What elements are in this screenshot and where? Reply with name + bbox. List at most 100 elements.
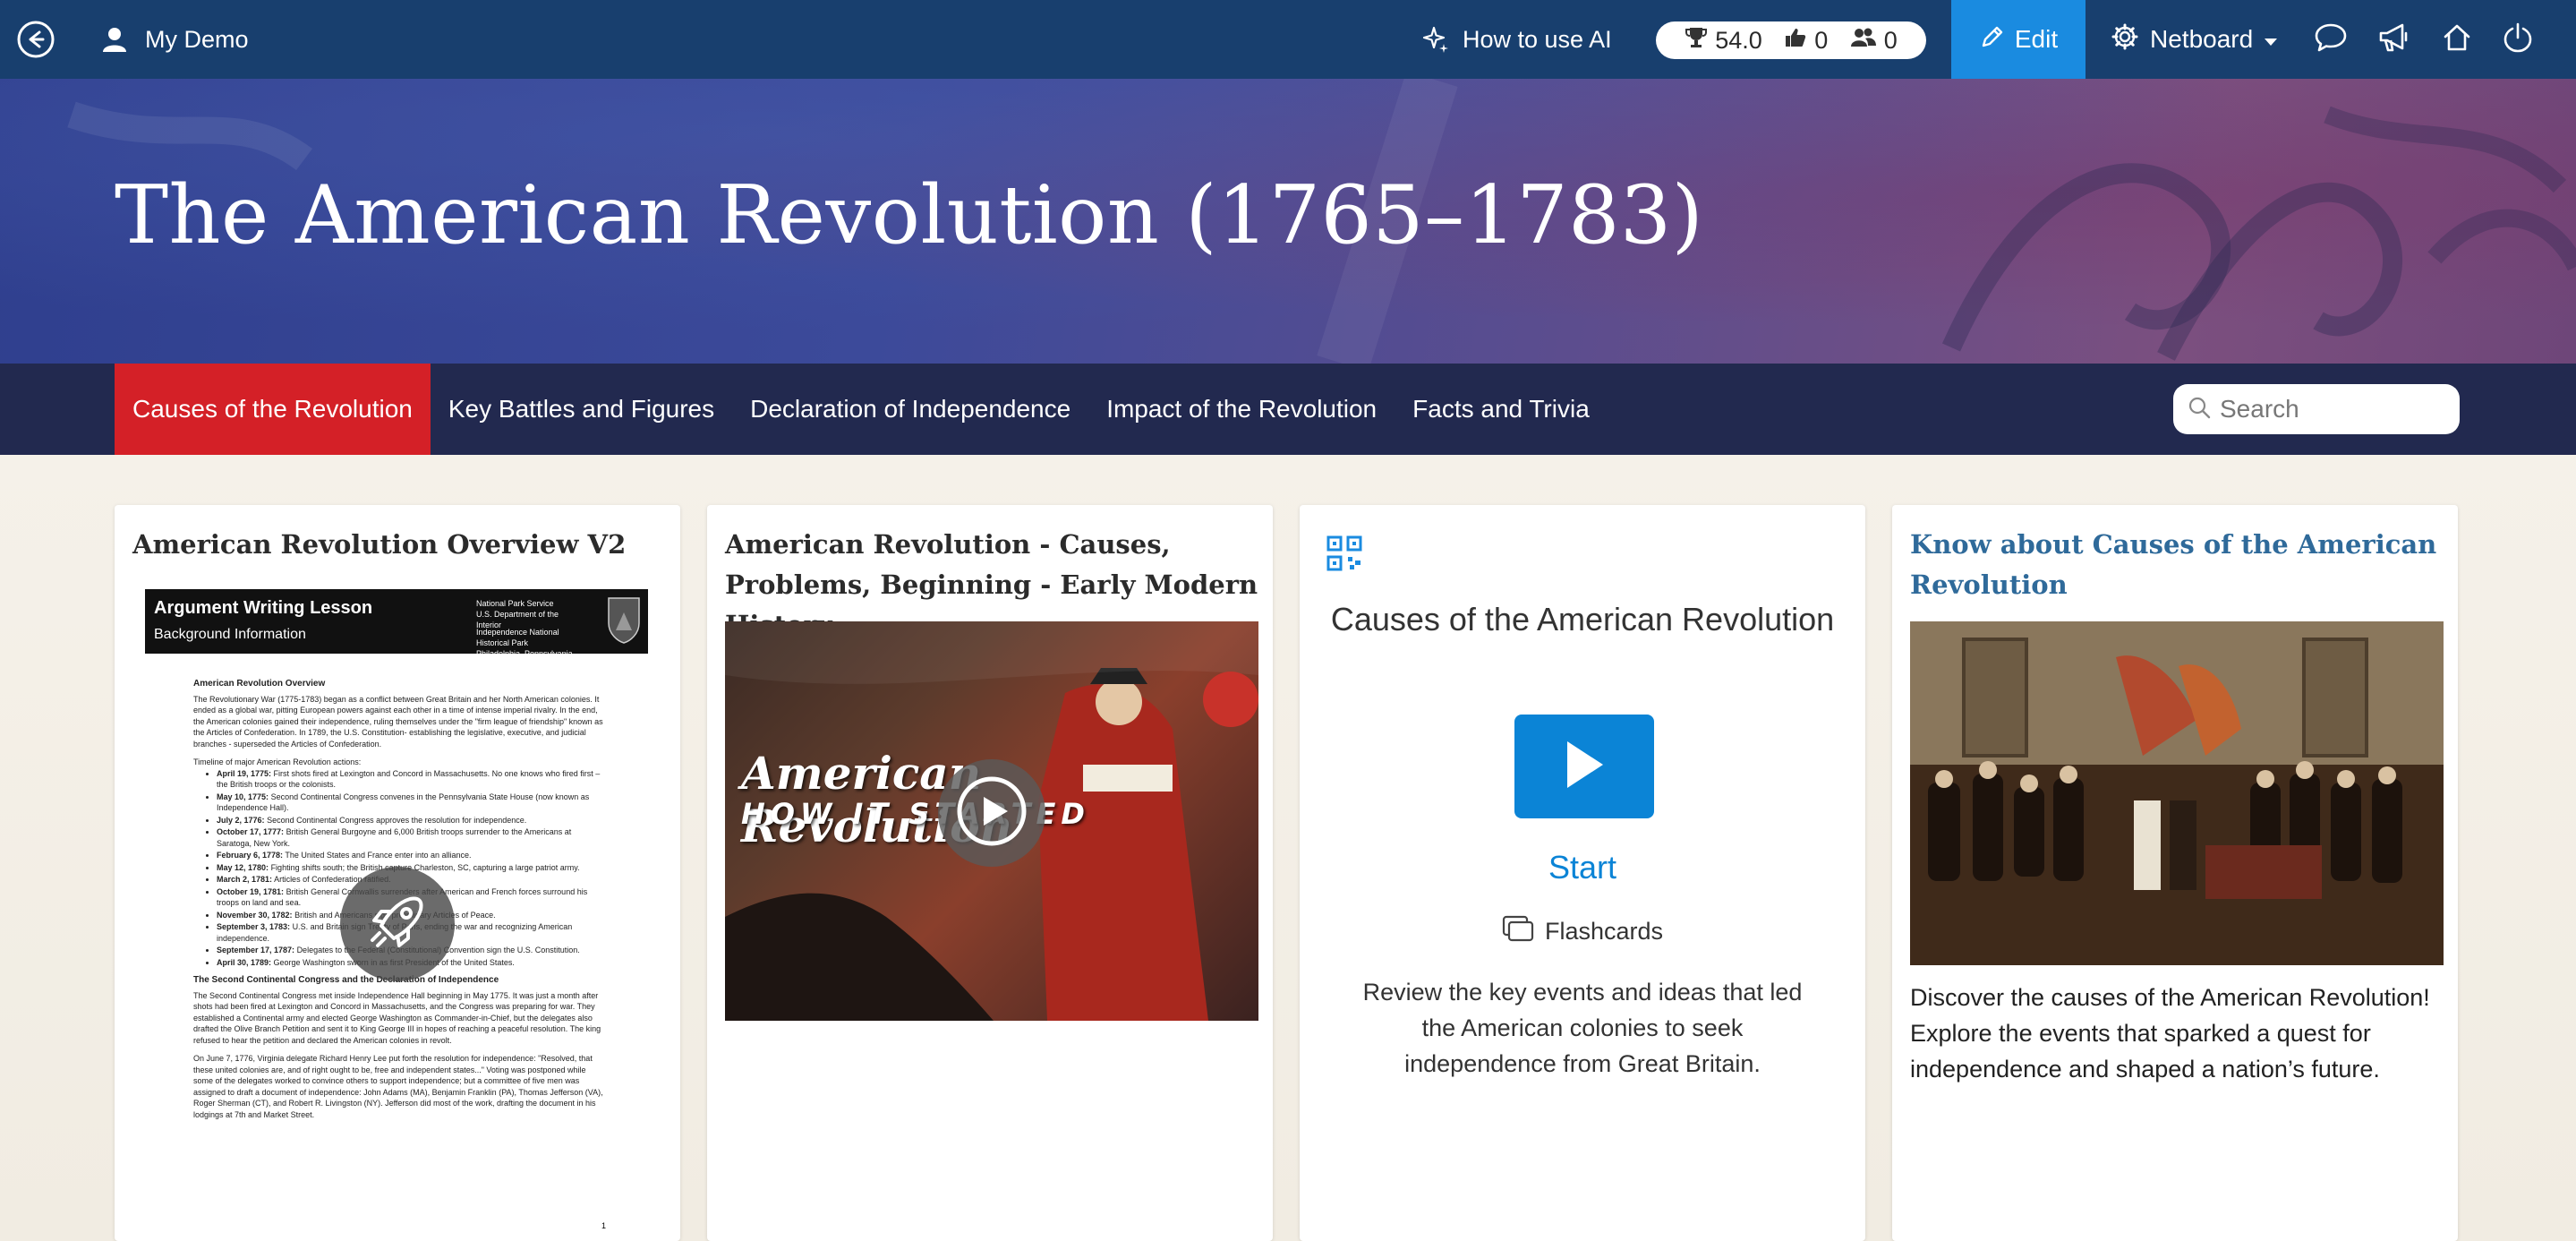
page-title: The American Revolution (1765–1783) [115, 168, 1704, 262]
timeline-text: Fighting shifts south; the British captu… [270, 862, 580, 872]
flashcard-description: Review the key events and ideas that led… [1362, 979, 1803, 1077]
how-to-use-ai-link[interactable]: How to use AI [1421, 20, 1612, 59]
flashcards-type: Flashcards [1300, 915, 1865, 948]
doc-timeline-label: Timeline of major American Revolution ac… [193, 757, 362, 766]
users-icon [1850, 26, 1877, 56]
tab-causes-of-the-revolution[interactable]: Causes of the Revolution [115, 364, 431, 455]
doc-section-heading: American Revolution Overview [193, 679, 326, 689]
pencil-icon [1979, 23, 2006, 56]
timeline-date: April 30, 1789: [217, 957, 272, 967]
hero-banner: The American Revolution (1765–1783) [0, 79, 2576, 364]
channel-logo [1203, 672, 1258, 727]
doc-park: Independence National Historical Park Ph… [476, 627, 584, 659]
stats-pill: 54.0 0 0 [1656, 21, 1926, 59]
tab-facts-and-trivia[interactable]: Facts and Trivia [1395, 364, 1608, 455]
timeline-date: February 6, 1778: [217, 851, 284, 860]
nav-tabs: Causes of the Revolution Key Battles and… [115, 364, 1608, 455]
card-title: American Revolution Overview V2 [132, 529, 627, 560]
timeline-text: First shots fired at Lexington and Conco… [217, 768, 601, 790]
top-bar: My Demo How to use AI 54.0 0 0 Edit Netb… [0, 0, 2576, 79]
timeline-date: October 17, 1777: [217, 827, 285, 836]
sparkle-icon [1421, 25, 1450, 54]
doc-header-title: Argument Writing Lesson [154, 598, 373, 618]
start-link[interactable]: Start [1300, 849, 1865, 886]
flashcard-title: Causes of the American Revolution [1330, 601, 1835, 638]
home-icon[interactable] [2441, 21, 2473, 58]
members-stat[interactable]: 0 [1850, 26, 1898, 56]
timeline-date: September 3, 1783: [217, 922, 291, 931]
how-to-use-ai-label: How to use AI [1463, 25, 1612, 53]
flashcard-play-button[interactable] [1514, 715, 1654, 818]
doc-agency-line: Independence National Historical Park [476, 628, 559, 647]
score-stat: 54.0 [1685, 26, 1762, 56]
netboard-label: Netboard [2150, 25, 2254, 53]
timeline-date: May 12, 1780: [217, 862, 269, 872]
search-box [2173, 384, 2460, 434]
list-item: October 17, 1777: British General Burgoy… [217, 826, 603, 849]
netboard-menu[interactable]: Netboard [2111, 20, 2278, 59]
card-flashcards[interactable]: Causes of the American Revolution Start … [1300, 505, 1865, 1241]
members-count: 0 [1883, 26, 1898, 54]
doc-paragraph: The Second Continental Congress met insi… [193, 990, 601, 1045]
doc-header-subtitle: Background Information [154, 627, 306, 642]
flashcards-icon [1502, 915, 1534, 948]
rocket-icon [365, 890, 430, 959]
play-icon [954, 774, 1029, 853]
likes-stat[interactable]: 0 [1784, 26, 1828, 56]
timeline-date: November 30, 1782: [217, 910, 293, 920]
doc-paragraph: On June 7, 1776, Virginia delegate Richa… [193, 1054, 603, 1119]
timeline-date: May 10, 1775: [217, 792, 269, 801]
doc-agency: National Park Service U.S. Department of… [476, 598, 584, 630]
timeline-date: March 2, 1781: [217, 875, 273, 884]
timeline-date: April 19, 1775: [217, 768, 272, 778]
caret-down-icon [2264, 25, 2278, 54]
timeline-text: The United States and France enter into … [285, 851, 472, 860]
qr-code-icon[interactable] [1326, 535, 1362, 571]
card-video[interactable]: American Revolution - Causes, Problems, … [707, 505, 1273, 1241]
chat-icon[interactable] [2314, 21, 2348, 58]
card-title-link[interactable]: Know about Causes of the American Revolu… [1910, 525, 2444, 605]
power-icon[interactable] [2503, 21, 2533, 58]
list-item: April 19, 1775: First shots fired at Lex… [217, 768, 603, 791]
tab-key-battles-and-figures[interactable]: Key Battles and Figures [431, 364, 732, 455]
user-name: My Demo [145, 25, 249, 53]
painting-artwork [1910, 621, 2444, 965]
list-item: February 6, 1778: The United States and … [217, 850, 603, 861]
timeline-text: Second Continental Congress convenes in … [217, 792, 590, 813]
trophy-icon [1685, 26, 1708, 56]
timeline-text: Second Continental Congress approves the… [267, 815, 527, 825]
back-arrow-icon[interactable] [16, 20, 55, 59]
doc-paragraph: The Revolutionary War (1775-1783) began … [193, 694, 603, 749]
thumbs-up-icon [1784, 26, 1807, 56]
gear-icon [2111, 22, 2139, 57]
likes-count: 0 [1814, 26, 1829, 54]
tab-impact-of-the-revolution[interactable]: Impact of the Revolution [1088, 364, 1395, 455]
doc-page-number: 1 [601, 1221, 607, 1230]
timeline-date: July 2, 1776: [217, 815, 265, 825]
article-description: Discover the causes of the American Revo… [1910, 984, 2430, 1083]
video-play-button[interactable] [938, 759, 1045, 867]
user-menu[interactable]: My Demo [100, 20, 249, 59]
doc-agency-line: National Park Service [476, 599, 554, 608]
score-value: 54.0 [1715, 26, 1762, 54]
flashcards-label: Flashcards [1544, 918, 1664, 945]
search-icon [2188, 396, 2211, 424]
document-header: Argument Writing Lesson Background Infor… [145, 589, 648, 658]
user-icon [100, 25, 129, 54]
search-input[interactable] [2220, 395, 2435, 424]
rocket-launch-button[interactable] [340, 867, 455, 981]
edit-button[interactable]: Edit [1951, 0, 2086, 79]
doc-agency-line: Philadelphia, Pennsylvania [476, 649, 573, 658]
play-icon [1562, 738, 1607, 796]
megaphone-icon[interactable] [2377, 21, 2411, 58]
edit-label: Edit [2014, 25, 2059, 53]
card-article[interactable]: Know about Causes of the American Revolu… [1892, 505, 2458, 1241]
declaration-painting-image[interactable] [1910, 621, 2444, 965]
timeline-date: October 19, 1781: [217, 886, 285, 896]
list-item: May 10, 1775: Second Continental Congres… [217, 792, 603, 814]
video-thumbnail[interactable]: American Revolution HOW IT STARTED [725, 621, 1258, 1021]
topbar-actions [2314, 20, 2533, 59]
tab-declaration-of-independence[interactable]: Declaration of Independence [732, 364, 1088, 455]
list-item: July 2, 1776: Second Continental Congres… [217, 815, 603, 826]
timeline-date: September 17, 1787: [217, 946, 295, 954]
